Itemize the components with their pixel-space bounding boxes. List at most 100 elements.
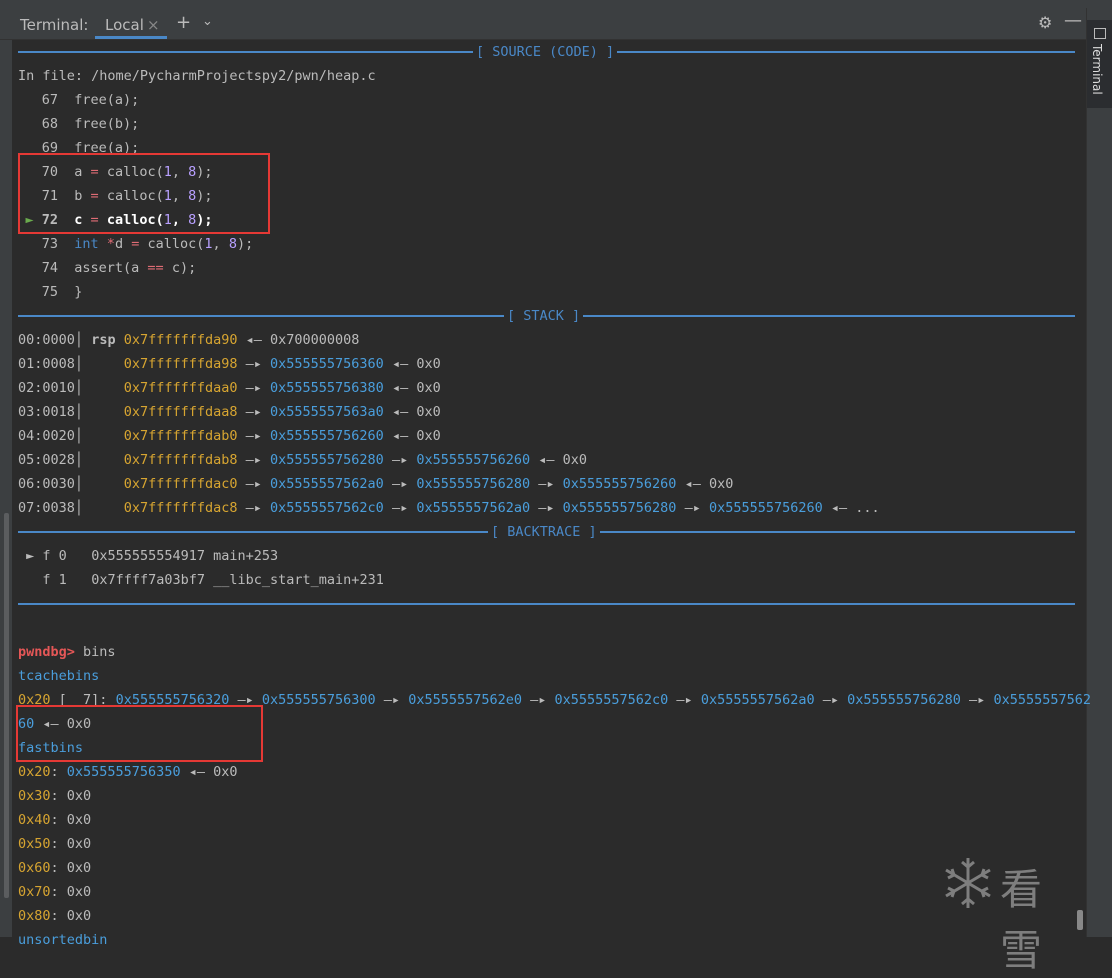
- source-code-line: 74 assert(a == c);: [18, 256, 196, 280]
- address-value: 0x0: [416, 428, 441, 444]
- address-value: 0x555555756280: [270, 452, 384, 468]
- address-value: 0x0: [416, 356, 441, 372]
- stack-divider: │: [74, 404, 84, 420]
- section-separator: [ BACKTRACE ]: [18, 520, 1075, 544]
- frame-address: 0x555555554917: [91, 548, 205, 564]
- frame-symbol: main+253: [213, 548, 279, 564]
- frame-marker: [26, 572, 34, 588]
- address-value: 0x555555756300: [261, 692, 376, 708]
- pointer-arrow: ◂—: [383, 380, 417, 396]
- address-value: 0x5555557562a0: [700, 692, 815, 708]
- close-tab-icon[interactable]: ×: [147, 16, 160, 34]
- prompt-label: pwndbg>: [18, 644, 75, 660]
- in-file-text: In file: /home/PycharmProjectspy2/pwn/he…: [18, 68, 376, 84]
- line-number-value: 68: [41, 116, 58, 132]
- pointer-arrow: —▸: [383, 476, 417, 492]
- address-value: 0x555555756260: [562, 476, 677, 492]
- frame-symbol: __libc_start_main+231: [213, 572, 384, 588]
- address-value: 0x555555756360: [270, 356, 384, 372]
- line-number: 74: [18, 256, 58, 280]
- bin-size: 0x60: [18, 860, 51, 876]
- address-value: 0x0: [66, 884, 92, 900]
- code-text: }: [74, 284, 83, 300]
- stack-divider: │: [74, 428, 84, 444]
- bin-size: 0x30: [18, 788, 51, 804]
- terminal-tab-bar: Terminal: Local × + ⌄ ⚙ —: [0, 8, 1086, 40]
- pointer-arrow: —▸: [668, 692, 701, 708]
- stack-row: 02:0010│ 0x7fffffffdaa0 —▸ 0x55555575638…: [18, 376, 441, 400]
- address-value: 0x0: [66, 836, 92, 852]
- colon: :: [50, 908, 67, 924]
- code-text: ,: [212, 236, 229, 252]
- code-text: free(b);: [74, 116, 140, 132]
- minimize-icon[interactable]: —: [1064, 10, 1082, 31]
- stack-row: 03:0018│ 0x7fffffffdaa8 —▸ 0x5555557563a…: [18, 400, 441, 424]
- highlight-box-calloc: [18, 153, 270, 234]
- frame-number: f 0: [42, 548, 67, 564]
- code-operator: ==: [147, 260, 164, 276]
- tab-local-label: Local: [105, 16, 144, 34]
- code-operator: =: [131, 236, 140, 252]
- address-value: 0x0: [66, 908, 92, 924]
- pointer-arrow: —▸: [814, 692, 848, 708]
- terminal-side-tab[interactable]: Terminal: [1087, 20, 1112, 108]
- fastbin-entry: 0x60: 0x0: [18, 856, 91, 880]
- code-keyword: int: [74, 236, 99, 252]
- terminal-side-label: Terminal: [1090, 44, 1104, 95]
- terminal-icon: [1094, 28, 1106, 39]
- bin-size: 0x80: [18, 908, 51, 924]
- pointer-arrow: —▸: [530, 476, 563, 492]
- bin-size: 0x70: [18, 884, 51, 900]
- code-text: free(a);: [74, 92, 140, 108]
- stack-register: rsp: [91, 332, 116, 348]
- code-function: calloc(: [147, 236, 205, 252]
- address-value: 0x555555756260: [708, 500, 823, 516]
- pointer-arrow: ◂—: [237, 332, 271, 348]
- stack-row: 04:0020│ 0x7fffffffdab0 —▸ 0x55555575626…: [18, 424, 441, 448]
- watermark: 看雪: [940, 850, 1070, 975]
- tab-local[interactable]: Local ×: [95, 11, 167, 39]
- gear-icon[interactable]: ⚙: [1038, 13, 1052, 32]
- address-value: 0x5555557562a0: [270, 476, 384, 492]
- line-number-value: 75: [41, 284, 58, 300]
- highlight-box-fastbins: [16, 705, 263, 762]
- backtrace-frame: f 1 0x7ffff7a03bf7 __libc_start_main+231: [18, 568, 384, 592]
- source-code-line: 68 free(b);: [18, 112, 140, 136]
- address-value: 0x5555557562c0: [554, 692, 669, 708]
- left-scroll-thumb[interactable]: [4, 513, 9, 898]
- tcachebins-label: tcachebins: [18, 664, 99, 688]
- section-separator: [ STACK ]: [18, 304, 1075, 328]
- line-number: 67: [18, 88, 58, 112]
- address-value: 0x555555756280: [847, 692, 961, 708]
- frame-number: f 1: [42, 572, 67, 588]
- address-value: 0x7fffffffdaa0: [123, 380, 238, 396]
- pointer-arrow: —▸: [237, 404, 271, 420]
- fastbin-entry: 0x50: 0x0: [18, 832, 91, 856]
- stack-offset: 01:0008: [18, 356, 75, 372]
- pointer-arrow: —▸: [237, 476, 271, 492]
- unsortedbin-label: unsortedbin: [18, 928, 107, 952]
- line-number: 68: [18, 112, 58, 136]
- pointer-arrow: —▸: [960, 692, 994, 708]
- frame-address: 0x7ffff7a03bf7: [91, 572, 205, 588]
- address-value: 0x7fffffffda98: [123, 356, 238, 372]
- colon: :: [50, 812, 67, 828]
- code-variable: d: [114, 236, 124, 252]
- address-value: 0x0: [66, 788, 92, 804]
- pointer-arrow: —▸: [383, 500, 417, 516]
- backtrace-frame: ► f 0 0x555555554917 main+253: [18, 544, 278, 568]
- code-number: 1: [204, 236, 213, 252]
- chevron-down-icon[interactable]: ⌄: [202, 14, 213, 29]
- pointer-arrow: —▸: [521, 692, 555, 708]
- code-number: 8: [228, 236, 237, 252]
- pointer-arrow: —▸: [383, 452, 417, 468]
- section-header: [ SOURCE (CODE) ]: [473, 40, 618, 64]
- stack-divider: │: [74, 332, 84, 348]
- stack-row: 07:0038│ 0x7fffffffdac8 —▸ 0x5555557562c…: [18, 496, 880, 520]
- terminal-title: Terminal:: [20, 16, 89, 34]
- colon: :: [50, 884, 67, 900]
- address-value: 0x7fffffffdab0: [123, 428, 238, 444]
- add-tab-icon[interactable]: +: [176, 12, 191, 33]
- vertical-scrollbar[interactable]: [1077, 910, 1083, 930]
- code-text: assert(a: [74, 260, 148, 276]
